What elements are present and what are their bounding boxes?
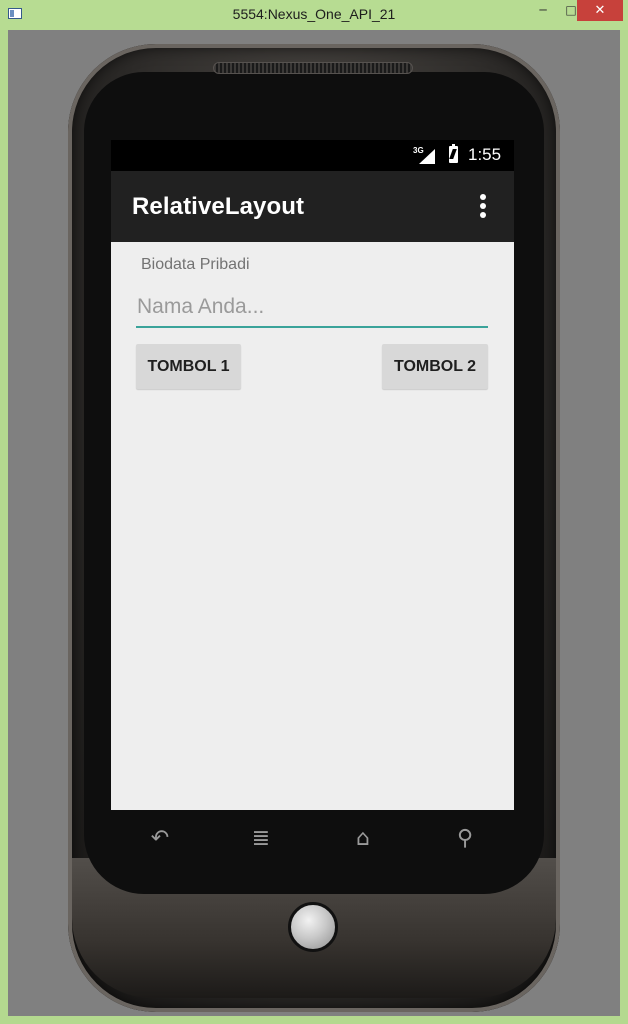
overflow-dot (480, 203, 486, 209)
minimize-button[interactable]: ─ (530, 3, 556, 24)
app-bar: RelativeLayout (111, 171, 514, 242)
window-titlebar[interactable]: 5554:Nexus_One_API_21 ─ □ ✕ (0, 0, 628, 30)
signal-icon (419, 149, 435, 164)
overflow-dot (480, 194, 486, 200)
main-content: Biodata Pribadi TOMBOL 1 TOMBOL 2 (111, 242, 514, 810)
biodata-label: Biodata Pribadi (141, 256, 250, 273)
close-button[interactable]: ✕ (577, 0, 623, 21)
status-clock: 1:55 (468, 145, 502, 164)
trackball-button[interactable] (288, 902, 338, 952)
emulator-window: 5554:Nexus_One_API_21 ─ □ ✕ 3G 1:55 Rela… (0, 0, 628, 1024)
overflow-dot (480, 212, 486, 218)
tombol-2-button[interactable]: TOMBOL 2 (382, 344, 488, 389)
back-icon[interactable]: ↶ (145, 826, 175, 851)
overflow-menu-icon[interactable] (475, 194, 491, 220)
name-input[interactable] (136, 288, 488, 328)
search-icon[interactable]: ⚲ (450, 826, 480, 851)
tombol-1-button[interactable]: TOMBOL 1 (136, 344, 241, 389)
device-screen: 3G 1:55 RelativeLayout Biodata Pribadi T… (111, 140, 514, 810)
soft-keys: ↶ ≣ ⌂ ⚲ (111, 812, 514, 868)
menu-icon[interactable]: ≣ (246, 826, 276, 851)
speaker-grille (213, 62, 413, 74)
status-bar: 3G 1:55 (111, 140, 514, 171)
battery-icon (449, 144, 458, 163)
home-icon[interactable]: ⌂ (348, 826, 378, 851)
app-title: RelativeLayout (132, 193, 305, 220)
